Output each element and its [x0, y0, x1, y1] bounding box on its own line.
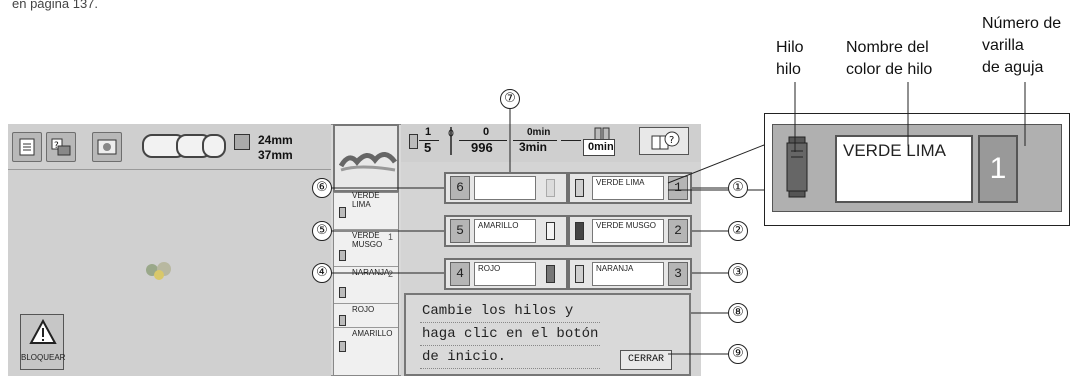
- zoom-label-lines: [794, 82, 1026, 152]
